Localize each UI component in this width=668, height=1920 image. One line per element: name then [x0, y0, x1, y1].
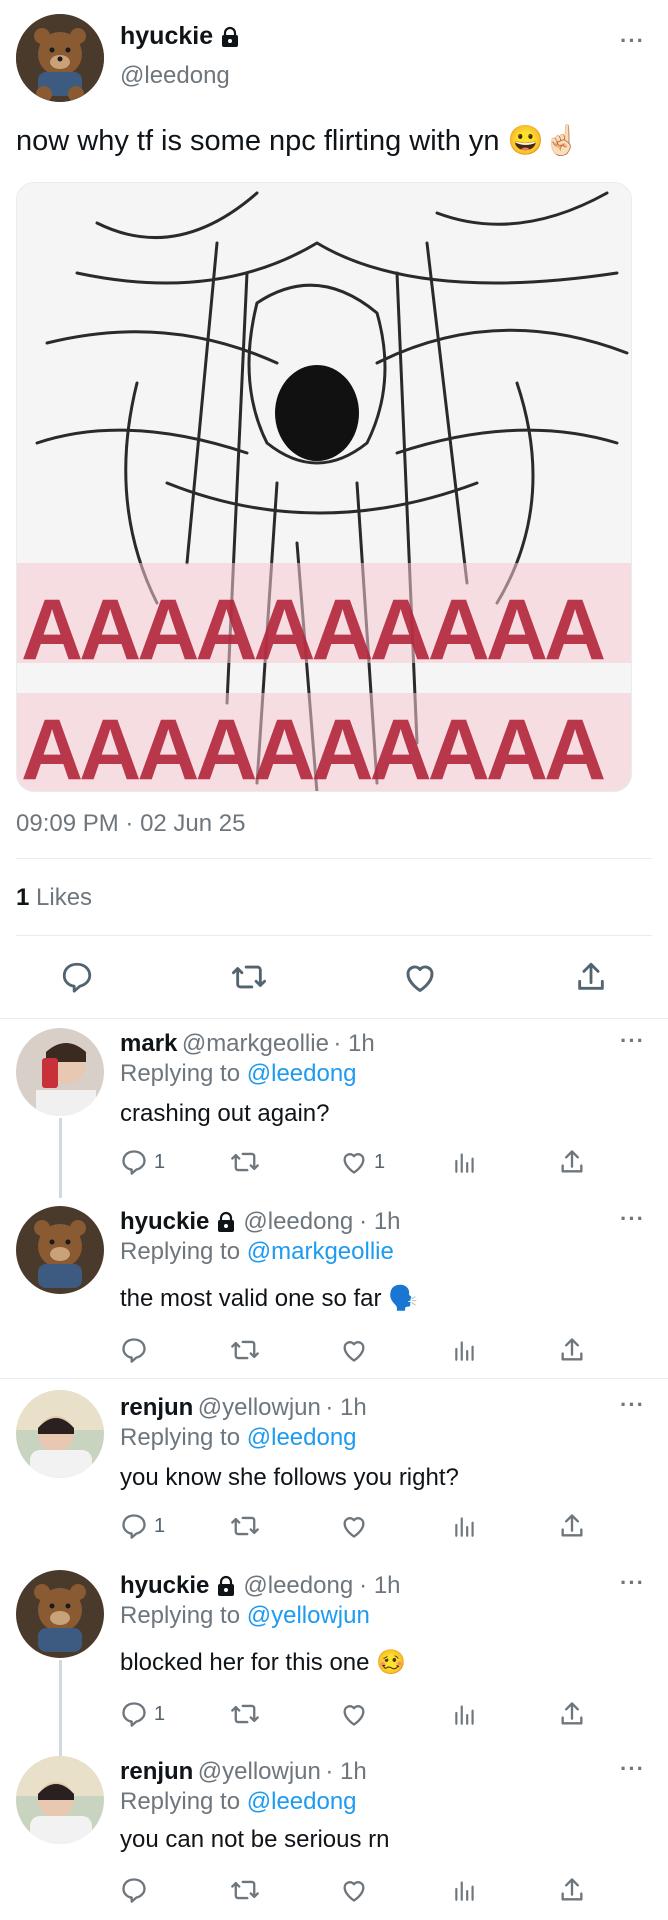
reply-icon[interactable]	[60, 960, 94, 994]
like-icon[interactable]	[402, 960, 438, 994]
image-caption-row-1: AAAAAAAAAA	[21, 582, 606, 678]
lock-icon	[219, 26, 241, 48]
more-icon[interactable]: ···	[620, 1758, 645, 1780]
image-caption-row-2: AAAAAAAAAA	[21, 702, 606, 792]
author-avatar[interactable]	[16, 14, 104, 102]
more-icon[interactable]: ···	[620, 30, 645, 52]
likes-label: Likes	[29, 884, 93, 911]
replying-to-label: Replying to	[120, 1788, 247, 1815]
like-icon[interactable]	[340, 1512, 368, 1540]
timestamp-separator: ·	[118, 810, 141, 837]
views-icon[interactable]	[452, 1336, 478, 1364]
reply-time: · 1h	[359, 1572, 401, 1599]
reply-icon[interactable]	[120, 1148, 148, 1176]
like-count: 1	[374, 1151, 386, 1173]
lock-icon	[215, 1211, 237, 1233]
retweet-icon[interactable]	[230, 960, 268, 994]
reply-time: · 1h	[325, 1394, 367, 1421]
more-icon[interactable]: ···	[620, 1394, 645, 1416]
author-name-row[interactable]: hyuckie	[120, 22, 241, 51]
reply-avatar[interactable]	[16, 1570, 104, 1658]
tweet-time: 09:09 PM	[16, 810, 119, 837]
likes-summary[interactable]: 1 Likes	[16, 884, 92, 912]
share-icon[interactable]	[558, 1148, 586, 1176]
views-icon[interactable]	[452, 1876, 478, 1904]
retweet-icon[interactable]	[230, 1336, 260, 1364]
share-icon[interactable]	[558, 1512, 586, 1540]
views-icon[interactable]	[452, 1148, 478, 1176]
reply-count: 1	[154, 1703, 166, 1725]
lock-icon	[215, 1575, 237, 1597]
reply-display-name[interactable]: renjun	[120, 1394, 193, 1421]
replying-to-link[interactable]: @leedong	[247, 1060, 357, 1087]
reply-icon[interactable]	[120, 1336, 148, 1364]
reply-count: 1	[154, 1515, 166, 1537]
thread-connector	[59, 1660, 62, 1760]
reply-time: · 1h	[325, 1758, 367, 1785]
reply-text: blocked her for this one 🥴	[120, 1649, 407, 1676]
retweet-icon[interactable]	[230, 1700, 260, 1728]
teddy-bear-image	[16, 14, 104, 102]
author-handle[interactable]: @leedong	[120, 62, 230, 90]
like-icon[interactable]	[340, 1148, 368, 1176]
reply-display-name[interactable]: hyuckie	[120, 1572, 209, 1600]
more-icon[interactable]: ···	[620, 1030, 645, 1052]
reply-handle[interactable]: @leedong	[243, 1572, 353, 1600]
tweet-timestamp[interactable]: 09:09 PM · 02 Jun 25	[16, 810, 245, 838]
reply-display-name[interactable]: mark	[120, 1030, 177, 1057]
replying-to-label: Replying to	[120, 1602, 247, 1629]
divider	[16, 935, 652, 936]
like-icon[interactable]	[340, 1336, 368, 1364]
retweet-icon[interactable]	[230, 1876, 260, 1904]
reply-display-name[interactable]: renjun	[120, 1758, 193, 1785]
more-icon[interactable]: ···	[620, 1208, 645, 1230]
reply-time: · 1h	[359, 1208, 401, 1235]
likes-count: 1	[16, 884, 30, 911]
views-icon[interactable]	[452, 1512, 478, 1540]
replying-to-link[interactable]: @leedong	[247, 1788, 357, 1815]
reply-avatar[interactable]	[16, 1206, 104, 1294]
reply-handle[interactable]: @yellowjun	[198, 1758, 321, 1785]
reply-icon[interactable]	[120, 1512, 148, 1540]
reply-text: the most valid one so far 🗣️	[120, 1285, 419, 1312]
retweet-icon[interactable]	[230, 1148, 260, 1176]
more-icon[interactable]: ···	[620, 1572, 645, 1594]
tweet-text: now why tf is some npc flirting with yn …	[16, 125, 580, 157]
tweet-image[interactable]: AAAAAAAAAA AAAAAAAAAA	[16, 182, 632, 792]
reply-text: you can not be serious rn	[120, 1826, 390, 1853]
divider	[16, 858, 652, 859]
replying-to-link[interactable]: @leedong	[247, 1424, 357, 1451]
reply-avatar[interactable]	[16, 1390, 104, 1478]
reply-avatar[interactable]	[16, 1756, 104, 1844]
reply-text: crashing out again?	[120, 1100, 330, 1127]
reply-handle[interactable]: @markgeollie	[182, 1030, 329, 1057]
views-icon[interactable]	[452, 1700, 478, 1728]
like-icon[interactable]	[340, 1876, 368, 1904]
reply-handle[interactable]: @leedong	[243, 1208, 353, 1236]
replying-to-label: Replying to	[120, 1060, 247, 1087]
replying-to-link[interactable]: @yellowjun	[247, 1602, 370, 1629]
thread-connector	[59, 1118, 62, 1198]
reply-avatar[interactable]	[16, 1028, 104, 1116]
share-icon[interactable]	[574, 960, 608, 994]
reply-icon[interactable]	[120, 1876, 148, 1904]
retweet-icon[interactable]	[230, 1512, 260, 1540]
reply-text: you know she follows you right?	[120, 1464, 459, 1491]
reply-icon[interactable]	[120, 1700, 148, 1728]
share-icon[interactable]	[558, 1700, 586, 1728]
replying-to-label: Replying to	[120, 1238, 247, 1265]
divider	[0, 1018, 668, 1019]
like-icon[interactable]	[340, 1700, 368, 1728]
share-icon[interactable]	[558, 1876, 586, 1904]
reply-count: 1	[154, 1151, 166, 1173]
reply-handle[interactable]: @yellowjun	[198, 1394, 321, 1421]
author-display-name[interactable]: hyuckie	[120, 22, 213, 51]
replying-to-link[interactable]: @markgeollie	[247, 1238, 394, 1265]
replying-to-label: Replying to	[120, 1424, 247, 1451]
reply-display-name[interactable]: hyuckie	[120, 1208, 209, 1236]
tweet-date: 02 Jun 25	[140, 810, 246, 837]
divider	[0, 1378, 668, 1379]
share-icon[interactable]	[558, 1336, 586, 1364]
reply-time: · 1h	[333, 1030, 375, 1057]
